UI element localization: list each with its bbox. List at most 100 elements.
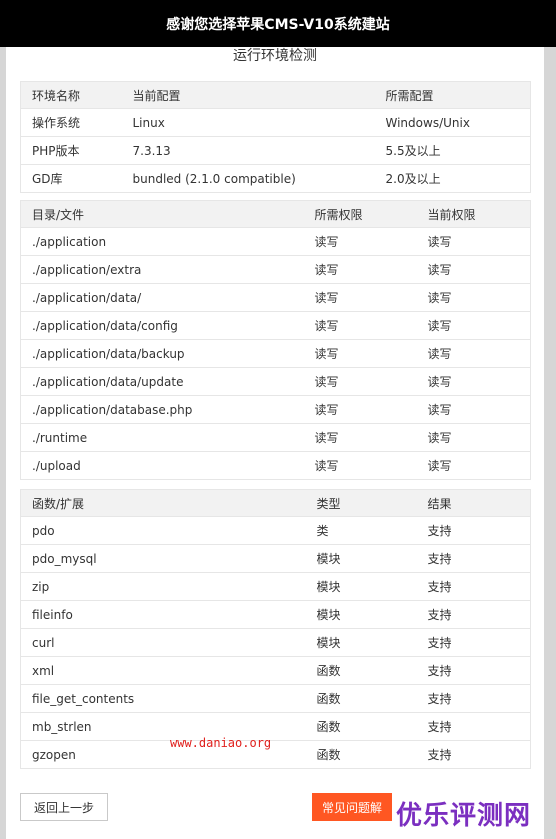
table-cell: 7.3.13 [121,136,375,165]
column-header: 环境名称 [20,81,122,109]
table-cell: 读写 [303,227,417,256]
column-header: 类型 [305,489,417,517]
table-cell: 读写 [416,451,531,480]
table-cell: 操作系统 [20,108,122,137]
table-cell: curl [20,628,306,657]
table-cell: ./upload [20,451,304,480]
table-cell: 支持 [416,544,531,573]
table-cell: 模块 [305,544,417,573]
table-cell: file_get_contents [20,684,306,713]
table-cell: 支持 [416,516,531,545]
table-cell: Windows/Unix [374,108,531,137]
section-title: 运行环境检测 [233,48,317,64]
table-cell: 读写 [303,283,417,312]
table-row: zip 模块 支持 [20,572,531,601]
column-header: 函数/扩展 [20,489,306,517]
table-cell: fileinfo [20,600,306,629]
environment-table: 环境名称 当前配置 所需配置 操作系统 Linux Windows/Unix P… [20,81,531,193]
table-cell: 模块 [305,628,417,657]
table-row: GD库 bundled (2.1.0 compatible) 2.0及以上 [20,164,531,193]
table-row: file_get_contents 函数 支持 [20,684,531,713]
table-cell: 支持 [416,572,531,601]
table-cell: 函数 [305,656,417,685]
table-cell: 读写 [416,395,531,424]
table-cell: 函数 [305,712,417,741]
table-cell: 函数 [305,684,417,713]
table-cell: 支持 [416,628,531,657]
table-cell: 读写 [303,395,417,424]
page-gutter [544,47,556,839]
table-cell: ./application/data/backup [20,339,304,368]
table-header-row: 目录/文件 所需权限 当前权限 [20,200,531,228]
table-row: 操作系统 Linux Windows/Unix [20,108,531,137]
page-title: 感谢您选择苹果CMS-V10系统建站 [166,16,390,33]
table-header-row: 函数/扩展 类型 结果 [20,489,531,517]
table-cell: pdo [20,516,306,545]
table-row: PHP版本 7.3.13 5.5及以上 [20,136,531,165]
table-cell: 读写 [416,227,531,256]
table-cell: ./application [20,227,304,256]
table-row: pdo_mysql 模块 支持 [20,544,531,573]
table-cell: 读写 [416,367,531,396]
column-header: 当前配置 [121,81,375,109]
table-cell: 读写 [416,339,531,368]
column-header: 当前权限 [416,200,531,228]
table-cell: xml [20,656,306,685]
table-cell: 模块 [305,572,417,601]
table-row: ./runtime 读写 读写 [20,423,531,452]
table-cell: 读写 [416,423,531,452]
table-row: ./application/extra 读写 读写 [20,255,531,284]
table-cell: 读写 [303,423,417,452]
table-cell: PHP版本 [20,136,122,165]
table-row: ./application/database.php 读写 读写 [20,395,531,424]
table-cell: ./application/database.php [20,395,304,424]
table-header-row: 环境名称 当前配置 所需配置 [20,81,531,109]
table-cell: 读写 [416,283,531,312]
table-cell: ./application/data/update [20,367,304,396]
table-cell: 读写 [303,451,417,480]
table-cell: 读写 [416,255,531,284]
install-panel: 运行环境检测 环境名称 当前配置 所需配置 操作系统 Linux Windows… [6,47,544,839]
table-cell: 读写 [303,367,417,396]
column-header: 结果 [416,489,531,517]
table-cell: 函数 [305,740,417,769]
table-cell: Linux [121,108,375,137]
table-cell: 支持 [416,740,531,769]
table-row: ./application 读写 读写 [20,227,531,256]
table-cell: 支持 [416,656,531,685]
function-extension-table: 函数/扩展 类型 结果 pdo 类 支持 pdo_mysql 模块 支持 zip… [20,489,531,769]
table-row: ./application/data/ 读写 读写 [20,283,531,312]
table-cell: ./runtime [20,423,304,452]
table-row: gzopen 函数 支持 [20,740,531,769]
table-row: fileinfo 模块 支持 [20,600,531,629]
table-cell: pdo_mysql [20,544,306,573]
table-cell: 读写 [303,311,417,340]
table-cell: 2.0及以上 [374,164,531,193]
back-button[interactable]: 返回上一步 [20,793,108,821]
table-cell: 类 [305,516,417,545]
page-header: 感谢您选择苹果CMS-V10系统建站 [0,0,556,47]
table-cell: 模块 [305,600,417,629]
brand-watermark: 优乐评测网 [396,801,532,831]
faq-button[interactable]: 常见问题解 [312,793,392,821]
table-row: mb_strlen 函数 支持 [20,712,531,741]
watermark-text: www.daniao.org [170,736,272,750]
table-cell: ./application/extra [20,255,304,284]
table-cell: bundled (2.1.0 compatible) [121,164,375,193]
column-header: 所需权限 [303,200,417,228]
table-cell: 读写 [416,311,531,340]
column-header: 所需配置 [374,81,531,109]
column-header: 目录/文件 [20,200,304,228]
table-cell: GD库 [20,164,122,193]
table-cell: 读写 [303,339,417,368]
table-row: ./upload 读写 读写 [20,451,531,480]
table-row: ./application/data/config 读写 读写 [20,311,531,340]
table-row: ./application/data/backup 读写 读写 [20,339,531,368]
table-cell: ./application/data/ [20,283,304,312]
table-cell: 读写 [303,255,417,284]
table-row: curl 模块 支持 [20,628,531,657]
table-cell: ./application/data/config [20,311,304,340]
table-row: ./application/data/update 读写 读写 [20,367,531,396]
table-cell: 5.5及以上 [374,136,531,165]
table-cell: 支持 [416,600,531,629]
